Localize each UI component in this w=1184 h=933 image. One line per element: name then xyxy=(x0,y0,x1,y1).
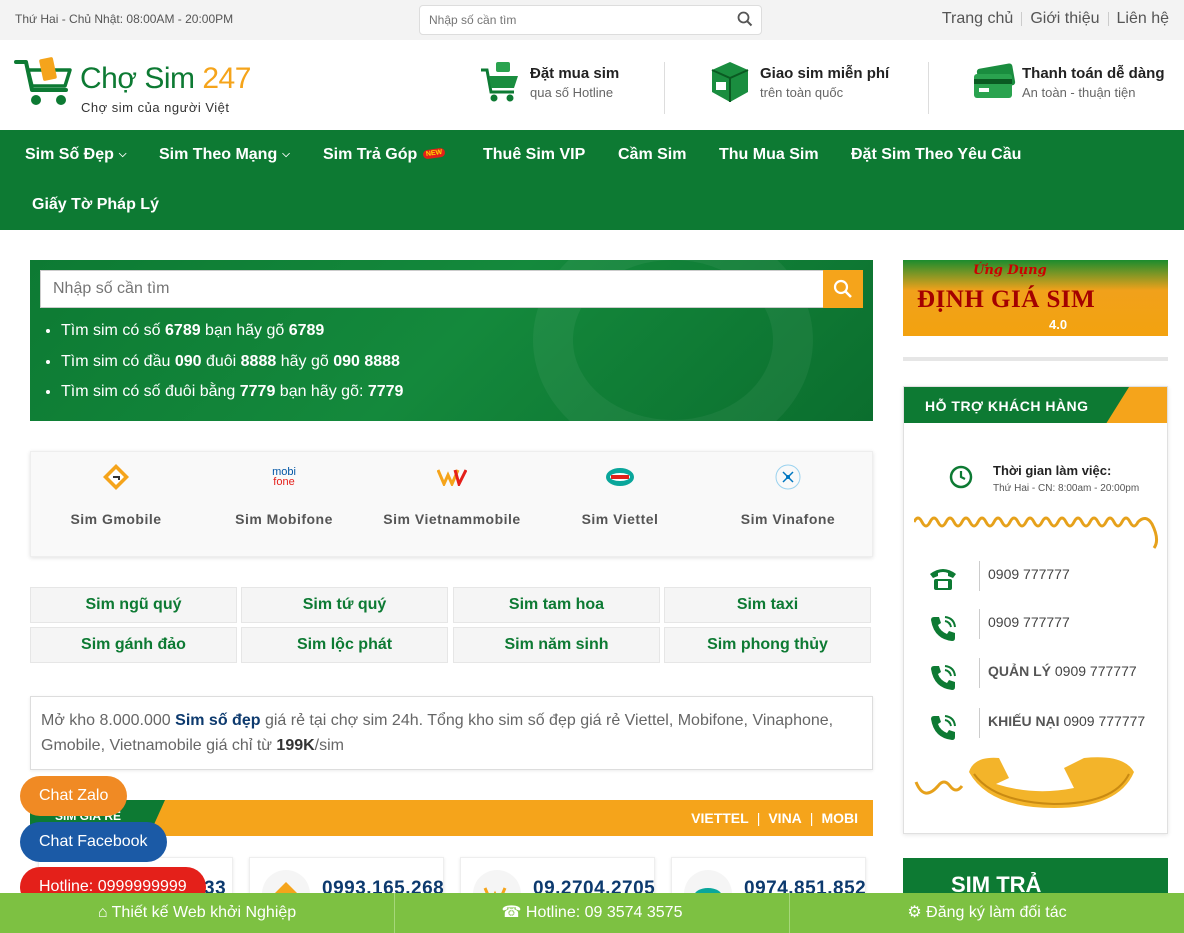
network-vietnamobile[interactable]: Sim Vietnammobile xyxy=(382,462,522,528)
cart-icon xyxy=(481,62,518,102)
chevron-down-icon: ⌵ xyxy=(118,149,127,160)
divider xyxy=(928,62,929,114)
search-tip: Tìm sim có số 6789 bạn hãy gõ 6789 xyxy=(61,320,403,351)
chat-zalo-button[interactable]: Chat Zalo xyxy=(20,776,128,816)
nav-sim-so-dep[interactable]: Sim Số Đẹp ⌵ xyxy=(25,146,127,164)
hero-search-panel: Tìm sim có số 6789 bạn hãy gõ 6789 Tìm s… xyxy=(30,260,873,421)
search-icon xyxy=(833,279,852,298)
category-ganh-dao[interactable]: Sim gánh đảo xyxy=(30,627,237,663)
working-hours: Thứ Hai - Chủ Nhật: 08:00AM - 20:00PM xyxy=(15,12,234,26)
hero-search-input[interactable] xyxy=(41,271,821,307)
divider xyxy=(664,62,665,114)
nav-thue-sim-vip[interactable]: Thuê Sim VIP xyxy=(483,146,585,164)
network-viettel[interactable]: Sim Viettel xyxy=(550,462,690,528)
valuation-app-banner[interactable]: Ứng Dụng ĐỊNH GIÁ SIM 4.0 xyxy=(903,260,1168,336)
category-nam-sinh[interactable]: Sim năm sinh xyxy=(453,627,660,663)
feature-order: Đặt mua sim qua số Hotline xyxy=(480,60,619,109)
feature-payment: Thanh toán dễ dàng An toàn - thuận tiện xyxy=(972,60,1165,109)
sim-network-filters: VIETTEL | VINA | MOBI xyxy=(691,810,858,826)
main-nav: Sim Số Đẹp ⌵ Sim Theo Mạng ⌵ Sim Trả Góp NE… xyxy=(0,130,1184,230)
clock-icon xyxy=(949,465,973,489)
nav-giay-to-phap-ly[interactable]: Giấy Tờ Pháp Lý xyxy=(32,196,159,214)
divider xyxy=(903,357,1168,361)
viettel-logo-icon xyxy=(550,462,690,492)
nav-dat-sim-theo-yeu-cau[interactable]: Đặt Sim Theo Yêu Cầu xyxy=(851,146,1021,164)
card-icon xyxy=(974,63,1016,98)
bottom-bar: ⌂ Thiết kế Web khởi Nghiệp ☎ Hotline: 09… xyxy=(0,893,1184,933)
network-list: Sim Gmobile mobi fone Sim Mobifone Sim Vi… xyxy=(30,451,873,557)
phone-icon: ☎ xyxy=(501,904,522,921)
vietnamobile-logo-icon xyxy=(382,462,522,492)
category-ngu-quy[interactable]: Sim ngũ quý xyxy=(30,587,237,623)
mobifone-logo-icon: mobi fone xyxy=(272,466,296,488)
gear-icon: ⚙ xyxy=(907,904,922,921)
hero-search-button[interactable] xyxy=(823,270,863,308)
chevron-down-icon: ⌵ xyxy=(282,149,290,160)
footer-partner-link[interactable]: ⚙ Đăng ký làm đối tác xyxy=(790,893,1184,933)
filter-viettel[interactable]: VIETTEL xyxy=(691,810,749,826)
header: Chợ Sim 247 Chợ sim của người Việt Đặt m… xyxy=(0,40,1184,130)
footer-web-design-link[interactable]: ⌂ Thiết kế Web khởi Nghiệp xyxy=(0,893,395,933)
network-mobifone[interactable]: mobi fone Sim Mobifone xyxy=(214,462,354,528)
divider xyxy=(979,708,980,738)
filter-mobi[interactable]: MOBI xyxy=(821,810,858,826)
telephone-icon xyxy=(930,569,956,590)
package-icon xyxy=(711,62,749,102)
phone-handset-image xyxy=(914,757,1134,808)
divider xyxy=(1021,12,1023,26)
about-link[interactable]: Giới thiệu xyxy=(1030,10,1099,28)
home-link[interactable]: Trang chủ xyxy=(942,10,1013,28)
vinaphone-logo-icon xyxy=(718,462,858,492)
category-tu-quy[interactable]: Sim tứ quý xyxy=(241,587,448,623)
top-search-input[interactable] xyxy=(420,6,720,34)
search-tip: Tìm sim có đầu 090 đuôi 8888 hãy gõ 090 … xyxy=(61,351,403,382)
phone-cord-decoration xyxy=(914,516,1159,549)
new-badge: NEW xyxy=(422,147,447,160)
divider xyxy=(979,609,980,639)
gmobile-logo-icon xyxy=(46,462,186,492)
nav-sim-theo-mang[interactable]: Sim Theo Mạng ⌵ xyxy=(159,146,290,164)
home-icon: ⌂ xyxy=(97,904,108,921)
category-taxi[interactable]: Sim taxi xyxy=(664,587,871,623)
search-icon[interactable] xyxy=(737,11,753,32)
divider xyxy=(979,561,980,591)
support-header: HỖ TRỢ KHÁCH HÀNG xyxy=(904,387,1167,423)
logo-name: Chợ Sim 247 xyxy=(80,62,251,95)
category-loc-phat[interactable]: Sim lộc phát xyxy=(241,627,448,663)
nav-sim-tra-gop[interactable]: Sim Trả Góp NEW xyxy=(323,146,447,164)
top-search xyxy=(419,5,762,35)
phone-call-icon xyxy=(931,665,956,690)
feature-delivery: Giao sim miễn phí trên toàn quốc xyxy=(710,60,889,109)
footer-hotline-link[interactable]: ☎ Hotline: 09 3574 3575 xyxy=(395,893,790,933)
top-links: Trang chủ Giới thiệu Liên hệ xyxy=(942,10,1169,28)
installment-banner[interactable]: SIM TRẢ xyxy=(903,858,1168,898)
customer-support-box: HỖ TRỢ KHÁCH HÀNG Thời gian làm việc: Th… xyxy=(903,386,1168,834)
divider xyxy=(979,658,980,688)
chat-facebook-button[interactable]: Chat Facebook xyxy=(20,822,167,862)
category-tam-hoa[interactable]: Sim tam hoa xyxy=(453,587,660,623)
search-tips: Tìm sim có số 6789 bạn hãy gõ 6789 Tìm s… xyxy=(61,320,403,412)
filter-vina[interactable]: VINA xyxy=(768,810,801,826)
network-vinaphone[interactable]: Sim Vinafone xyxy=(718,462,858,528)
category-phong-thuy[interactable]: Sim phong thủy xyxy=(664,627,871,663)
intro-description: Mở kho 8.000.000 Sim số đẹp giá rẻ tại c… xyxy=(30,696,873,770)
nav-thu-mua-sim[interactable]: Thu Mua Sim xyxy=(719,146,819,164)
search-tip: Tìm sim có số đuôi bằng 7779 bạn hãy gõ:… xyxy=(61,381,403,412)
phone-call-icon xyxy=(931,715,956,740)
cart-logo-icon xyxy=(14,57,72,105)
divider xyxy=(1107,12,1109,26)
logo-tagline: Chợ sim của người Việt xyxy=(81,100,230,115)
network-gmobile[interactable]: Sim Gmobile xyxy=(46,462,186,528)
site-logo[interactable]: Chợ Sim 247 Chợ sim của người Việt xyxy=(14,56,251,115)
nav-cam-sim[interactable]: Cầm Sim xyxy=(618,146,686,164)
top-bar: Thứ Hai - Chủ Nhật: 08:00AM - 20:00PM Tr… xyxy=(0,0,1184,40)
phone-call-icon xyxy=(931,616,956,641)
contact-link[interactable]: Liên hệ xyxy=(1117,10,1170,28)
hero-search-box xyxy=(40,270,863,308)
